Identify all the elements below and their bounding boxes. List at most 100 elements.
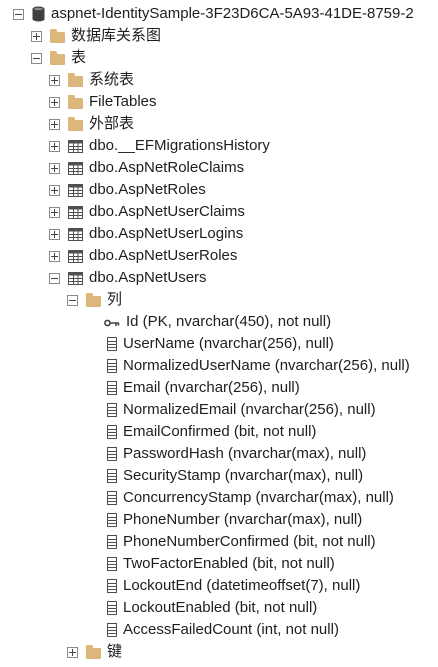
folder-icon — [68, 94, 83, 109]
column-label: UserName (nvarchar(256), null) — [123, 335, 334, 352]
expand-toggle[interactable] — [49, 74, 60, 86]
column-label: NormalizedUserName (nvarchar(256), null) — [123, 357, 410, 374]
object-explorer-tree: aspnet-IdentitySample-3F23D6CA-5A93-41DE… — [0, 0, 438, 667]
column-icon — [107, 557, 117, 571]
table-icon — [68, 249, 83, 263]
tree-node-table[interactable]: dbo.AspNetUserRoles — [49, 245, 237, 267]
column-label: SecurityStamp (nvarchar(max), null) — [123, 467, 364, 484]
tree-node-column[interactable]: PhoneNumber (nvarchar(max), null) — [107, 509, 362, 531]
expand-toggle[interactable] — [49, 140, 60, 152]
folder-label: 系统表 — [89, 71, 135, 88]
column-icon — [107, 469, 117, 483]
expand-toggle[interactable] — [49, 184, 60, 196]
table-icon — [68, 139, 83, 153]
tree-node-column[interactable]: TwoFactorEnabled (bit, not null) — [107, 553, 335, 575]
column-label: PhoneNumberConfirmed (bit, not null) — [123, 533, 376, 550]
expand-toggle[interactable] — [49, 206, 60, 218]
tree-node-column[interactable]: AccessFailedCount (int, not null) — [107, 619, 339, 641]
folder-label: 键 — [107, 643, 123, 660]
table-label: dbo.AspNetUserClaims — [89, 203, 245, 220]
column-label: PasswordHash (nvarchar(max), null) — [123, 445, 367, 462]
tree-node-column[interactable]: SecurityStamp (nvarchar(max), null) — [107, 465, 363, 487]
folder-label: 列 — [107, 291, 123, 308]
folder-icon — [86, 292, 101, 307]
column-label: NormalizedEmail (nvarchar(256), null) — [123, 401, 376, 418]
folder-icon — [86, 644, 101, 659]
tree-node-column[interactable]: UserName (nvarchar(256), null) — [107, 333, 334, 355]
key-icon — [104, 319, 120, 326]
table-label: dbo.AspNetUsers — [89, 269, 207, 286]
tree-node-filetables[interactable]: FileTables — [49, 91, 157, 113]
collapse-toggle[interactable] — [67, 294, 78, 306]
tree-node-external-tables[interactable]: 外部表 — [49, 113, 134, 135]
tree-node-columns[interactable]: 列 — [67, 289, 122, 311]
column-icon — [107, 513, 117, 527]
column-label: Email (nvarchar(256), null) — [123, 379, 300, 396]
table-label: dbo.AspNetUserLogins — [89, 225, 244, 242]
table-label: dbo.__EFMigrationsHistory — [89, 137, 270, 154]
expand-toggle[interactable] — [49, 96, 60, 108]
column-icon — [107, 623, 117, 637]
expand-toggle[interactable] — [49, 162, 60, 174]
tree-node-column[interactable]: LockoutEnd (datetimeoffset(7), null) — [107, 575, 360, 597]
column-label: LockoutEnd (datetimeoffset(7), null) — [123, 577, 361, 594]
column-icon — [107, 359, 117, 373]
tree-node-column[interactable]: NormalizedUserName (nvarchar(256), null) — [107, 355, 410, 377]
column-icon — [107, 601, 117, 615]
tree-node-table[interactable]: dbo.__EFMigrationsHistory — [49, 135, 270, 157]
column-icon — [107, 491, 117, 505]
tree-node-column[interactable]: PasswordHash (nvarchar(max), null) — [107, 443, 366, 465]
collapse-toggle[interactable] — [49, 272, 60, 284]
tree-node-diagrams[interactable]: 数据库关系图 — [31, 25, 161, 47]
table-icon — [68, 227, 83, 241]
tree-node-column[interactable]: NormalizedEmail (nvarchar(256), null) — [107, 399, 376, 421]
tree-node-database[interactable]: aspnet-IdentitySample-3F23D6CA-5A93-41DE… — [13, 3, 414, 25]
table-label: dbo.AspNetRoles — [89, 181, 206, 198]
column-label: TwoFactorEnabled (bit, not null) — [123, 555, 335, 572]
tree-node-column[interactable]: PhoneNumberConfirmed (bit, not null) — [107, 531, 376, 553]
column-label: EmailConfirmed (bit, not null) — [123, 423, 317, 440]
tree-node-system-tables[interactable]: 系统表 — [49, 69, 134, 91]
table-icon — [68, 161, 83, 175]
column-icon — [107, 535, 117, 549]
tree-node-table[interactable]: dbo.AspNetRoles — [49, 179, 206, 201]
expand-toggle[interactable] — [49, 228, 60, 240]
expand-toggle[interactable] — [31, 30, 42, 42]
column-icon — [107, 403, 117, 417]
tree-node-table-aspnetusers[interactable]: dbo.AspNetUsers — [49, 267, 207, 289]
tree-node-column[interactable]: Email (nvarchar(256), null) — [107, 377, 300, 399]
folder-icon — [50, 28, 65, 43]
expand-toggle[interactable] — [67, 646, 78, 658]
column-label: LockoutEnabled (bit, not null) — [123, 599, 318, 616]
column-label: ConcurrencyStamp (nvarchar(max), null) — [123, 489, 394, 506]
tree-node-column[interactable]: ConcurrencyStamp (nvarchar(max), null) — [107, 487, 394, 509]
tree-node-table[interactable]: dbo.AspNetUserLogins — [49, 223, 243, 245]
collapse-toggle[interactable] — [13, 8, 24, 20]
tree-node-keys[interactable]: 键 — [67, 641, 122, 663]
tree-node-column[interactable]: LockoutEnabled (bit, not null) — [107, 597, 317, 619]
column-icon — [107, 447, 117, 461]
folder-label: 表 — [71, 49, 87, 66]
folder-label: FileTables — [89, 93, 157, 110]
tree-node-column[interactable]: Id (PK, nvarchar(450), not null) — [104, 311, 331, 333]
tree-node-column[interactable]: EmailConfirmed (bit, not null) — [107, 421, 316, 443]
column-icon — [107, 579, 117, 593]
collapse-toggle[interactable] — [31, 52, 42, 64]
tree-node-table[interactable]: dbo.AspNetUserClaims — [49, 201, 245, 223]
table-icon — [68, 205, 83, 219]
column-label: PhoneNumber (nvarchar(max), null) — [123, 511, 363, 528]
database-label: aspnet-IdentitySample-3F23D6CA-5A93-41DE… — [51, 5, 414, 22]
table-label: dbo.AspNetRoleClaims — [89, 159, 245, 176]
table-label: dbo.AspNetUserRoles — [89, 247, 238, 264]
folder-label: 数据库关系图 — [71, 27, 162, 44]
folder-label: 外部表 — [89, 115, 135, 132]
column-icon — [107, 381, 117, 395]
tree-node-table[interactable]: dbo.AspNetRoleClaims — [49, 157, 244, 179]
column-label: Id (PK, nvarchar(450), not null) — [126, 313, 332, 330]
table-icon — [68, 183, 83, 197]
database-icon — [32, 6, 45, 22]
folder-icon — [68, 72, 83, 87]
tree-node-tables[interactable]: 表 — [31, 47, 86, 69]
expand-toggle[interactable] — [49, 250, 60, 262]
expand-toggle[interactable] — [49, 118, 60, 130]
